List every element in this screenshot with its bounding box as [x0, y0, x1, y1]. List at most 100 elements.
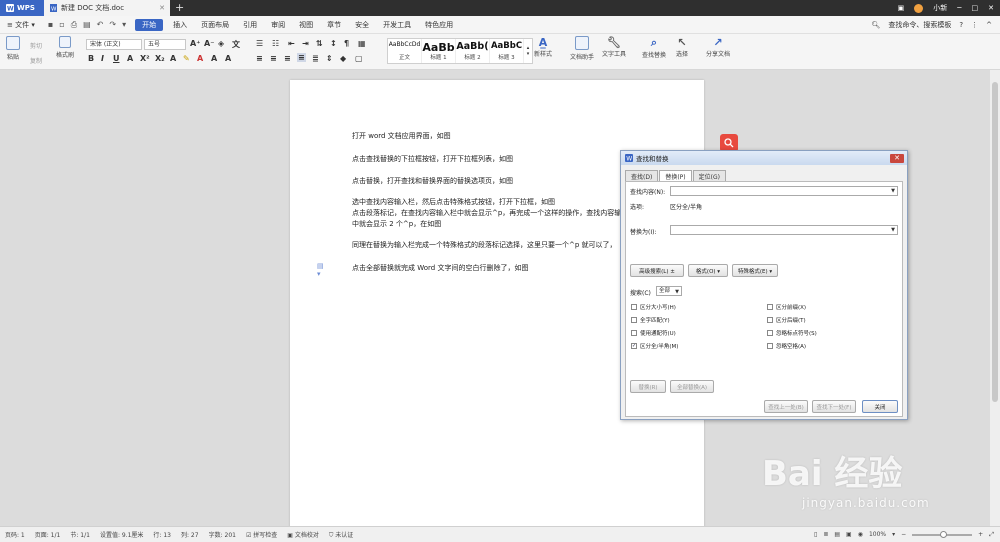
user-name[interactable]: 小新: [933, 3, 947, 13]
status-pages[interactable]: 页面: 1/1: [30, 530, 66, 539]
checkbox-box[interactable]: [767, 330, 773, 336]
shading-icon[interactable]: ◆: [340, 54, 346, 63]
checkbox-ignore-punctuation[interactable]: 忽略标点符号(S): [767, 329, 817, 337]
tab-find[interactable]: 查找(D): [625, 170, 659, 181]
tab-goto[interactable]: 定位(G): [692, 170, 726, 181]
superscript-icon[interactable]: X²: [140, 54, 150, 63]
search-direction-select[interactable]: 全部 ▼: [656, 286, 682, 296]
format-button[interactable]: 格式(O) ▾: [688, 264, 728, 277]
save-icon[interactable]: ▪: [48, 20, 53, 29]
italic-icon[interactable]: I: [101, 54, 104, 63]
close-button[interactable]: 关闭: [862, 400, 898, 413]
phonetic-icon[interactable]: 文: [232, 39, 240, 50]
outline-view-icon[interactable]: ≣: [823, 531, 828, 538]
replace-all-button[interactable]: 全部替换(A): [670, 380, 714, 393]
zoom-out-icon[interactable]: −: [901, 531, 906, 538]
collapse-ribbon-icon[interactable]: ^: [986, 21, 992, 29]
auth-status[interactable]: ⛉ 未认证: [324, 530, 358, 540]
close-tab-icon[interactable]: ✕: [159, 4, 165, 12]
new-tab-button[interactable]: +: [175, 0, 184, 16]
style-heading-3[interactable]: AaBbC 标题 3: [490, 39, 524, 63]
underline-icon[interactable]: U: [113, 54, 120, 63]
style-normal[interactable]: AaBbCcDd 正文: [388, 39, 422, 63]
checkbox-box[interactable]: [767, 304, 773, 310]
menu-item-review[interactable]: 审阅: [264, 16, 292, 34]
checkbox-full-half-width[interactable]: ✓ 区分全/半角(M): [631, 342, 678, 350]
checkbox-box[interactable]: [631, 330, 637, 336]
chevron-down-icon[interactable]: ▼: [891, 227, 895, 233]
checkbox-box[interactable]: [631, 317, 637, 323]
help-icon[interactable]: ?: [959, 21, 963, 29]
doc-helper-button[interactable]: 文档助手: [570, 36, 594, 61]
document-tab[interactable]: W 新建 DOC 文档.doc ✕: [44, 0, 170, 16]
advanced-search-button[interactable]: 高级搜索(L) ±: [630, 264, 684, 277]
checkbox-box[interactable]: [631, 304, 637, 310]
close-icon[interactable]: ✕: [890, 153, 904, 163]
checkbox-box-checked[interactable]: ✓: [631, 343, 637, 349]
style-heading-1[interactable]: AaBb 标题 1: [422, 39, 456, 63]
paragraph-6[interactable]: 中就会显示 2 个^p，在如图: [352, 219, 441, 230]
paragraph-1[interactable]: 打开 word 文档应用界面，如图: [352, 131, 451, 142]
dialog-title-bar[interactable]: W 查找和替换 ✕: [621, 151, 907, 165]
cut-button[interactable]: 剪切: [30, 41, 42, 50]
copy-button[interactable]: 复制: [30, 56, 42, 65]
increase-indent-icon[interactable]: ⇥: [302, 39, 309, 48]
paragraph-3[interactable]: 点击替换，打开查找和替换界面的替换选项页，如图: [352, 176, 513, 187]
menu-item-references[interactable]: 引用: [236, 16, 264, 34]
print-icon[interactable]: ⎙: [71, 20, 77, 30]
checkbox-match-prefix[interactable]: 区分前缀(X): [767, 303, 806, 311]
open-icon[interactable]: ▫: [59, 20, 64, 29]
find-previous-button[interactable]: 查找上一处(B): [764, 400, 808, 413]
char-shading-icon[interactable]: A: [225, 54, 231, 63]
highlight-icon[interactable]: ✎: [183, 54, 190, 63]
replace-button[interactable]: 替换(R): [630, 380, 666, 393]
find-next-button[interactable]: 查找下一处(F): [812, 400, 856, 413]
checkbox-whole-word[interactable]: 全字匹配(Y): [631, 316, 670, 324]
scrollbar-thumb[interactable]: [992, 82, 998, 402]
checkbox-wildcards[interactable]: 使用通配符(U): [631, 329, 676, 337]
minimize-icon[interactable]: ─: [957, 4, 961, 12]
new-style-button[interactable]: A̲ 新样式: [534, 36, 552, 58]
line-spacing-icon[interactable]: ⇕: [326, 54, 333, 63]
justify-icon[interactable]: ≡: [297, 53, 306, 62]
chevron-down-icon[interactable]: ▼: [675, 288, 679, 296]
undo-icon[interactable]: ↶: [97, 20, 104, 29]
avatar[interactable]: [914, 3, 924, 13]
grow-font-icon[interactable]: A⁺: [190, 39, 200, 48]
menu-item-sections[interactable]: 章节: [320, 16, 348, 34]
zoom-slider[interactable]: [912, 530, 973, 538]
find-replace-button[interactable]: ⌕ 查找替换: [642, 36, 666, 59]
wps-app-tab[interactable]: W WPS: [0, 0, 44, 16]
align-center-icon[interactable]: ≡: [270, 54, 277, 63]
web-layout-icon[interactable]: ▣: [846, 531, 852, 538]
border-icon[interactable]: ▢: [355, 54, 363, 63]
paragraph-marker-icon[interactable]: ▤ ▾: [317, 262, 325, 278]
checkbox-box[interactable]: [767, 343, 773, 349]
preview-icon[interactable]: ▤: [83, 20, 91, 29]
spell-check-toggle[interactable]: ☑ 拼写检查: [241, 530, 282, 539]
status-position[interactable]: 设置值: 9.1厘米: [95, 530, 148, 539]
proofread-toggle[interactable]: ▣ 文档校对: [282, 530, 324, 539]
font-name-select[interactable]: 宋体 (正文): [86, 39, 142, 50]
file-menu[interactable]: ≡ 文件 ▾: [0, 16, 42, 34]
paragraph-4[interactable]: 选中查找内容输入栏，然后点击特殊格式按钮，打开下拉框，如图: [352, 197, 555, 208]
find-what-input[interactable]: ▼: [670, 186, 898, 196]
sort-icon[interactable]: ↕: [330, 39, 337, 48]
maximize-icon[interactable]: □: [972, 4, 979, 12]
share-doc-button[interactable]: ↗ 分享文档: [706, 36, 730, 58]
zoom-in-icon[interactable]: +: [978, 531, 983, 538]
menu-item-view[interactable]: 视图: [292, 16, 320, 34]
chevron-down-icon[interactable]: ▼: [891, 188, 895, 194]
vertical-scrollbar[interactable]: [990, 70, 1000, 526]
search-icon[interactable]: 🔍︎: [872, 21, 881, 29]
menu-item-security[interactable]: 安全: [348, 16, 376, 34]
close-window-icon[interactable]: ✕: [988, 4, 994, 12]
skin-icon[interactable]: ▣: [898, 4, 905, 12]
decrease-indent-icon[interactable]: ⇤: [288, 39, 295, 48]
clear-format-icon[interactable]: ◈: [218, 39, 224, 48]
style-gallery-scroll[interactable]: ▴ ▾: [524, 39, 532, 63]
bold-icon[interactable]: B: [88, 54, 94, 63]
menu-item-page-layout[interactable]: 页面布局: [194, 16, 236, 34]
menu-item-developer[interactable]: 开发工具: [376, 16, 418, 34]
checkbox-ignore-spaces[interactable]: 忽略空格(A): [767, 342, 806, 350]
